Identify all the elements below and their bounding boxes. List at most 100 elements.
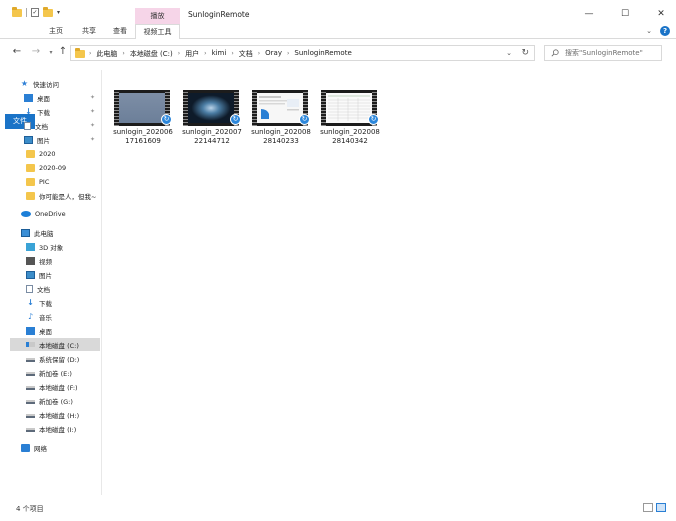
sidebar-item-drive-i[interactable]: 本地磁盘 (I:) bbox=[26, 422, 102, 435]
sidebar-item-documents[interactable]: 文档 ✦ bbox=[24, 119, 102, 132]
breadcrumb-item-users[interactable]: 用户 bbox=[185, 49, 199, 59]
breadcrumb-item-this-pc[interactable]: 此电脑 bbox=[96, 49, 117, 59]
sidebar-item-pc-pictures[interactable]: 图片 bbox=[26, 268, 102, 281]
tab-video-tools[interactable]: 视频工具 bbox=[135, 24, 180, 39]
sidebar-item-videos[interactable]: 视频 bbox=[26, 254, 102, 267]
back-arrow-icon[interactable]: ← bbox=[11, 46, 23, 57]
quick-access-toolbar: ✓ ▾ bbox=[12, 6, 60, 17]
chevron-right-icon[interactable]: › bbox=[231, 49, 233, 59]
sidebar-item-drive-d[interactable]: 系统保留 (D:) bbox=[26, 352, 102, 365]
pin-icon[interactable]: ✦ bbox=[90, 136, 95, 143]
search-icon bbox=[551, 49, 559, 57]
contextual-tab-group: 播放 bbox=[135, 8, 180, 24]
sidebar-item-folder-pic[interactable]: PIC bbox=[26, 175, 102, 188]
ribbon-tabs: 文件 主页 共享 查看 视频工具 ⌄ ? bbox=[0, 24, 676, 129]
address-history-icon[interactable]: ⌄ bbox=[506, 49, 512, 57]
sidebar-item-label: 视频 bbox=[39, 257, 52, 266]
sidebar-item-this-pc[interactable]: 此电脑 bbox=[21, 226, 102, 239]
tab-view[interactable]: 查看 bbox=[107, 24, 133, 39]
minimize-button[interactable]: — bbox=[582, 8, 596, 20]
breadcrumb-item-drive-c[interactable]: 本地磁盘 (C:) bbox=[130, 49, 173, 59]
sidebar-item-label: 文档 bbox=[37, 285, 50, 294]
up-arrow-icon[interactable]: ↑ bbox=[57, 46, 69, 57]
sidebar-item-label: 桌面 bbox=[39, 327, 52, 336]
recent-locations-icon[interactable]: ▾ bbox=[45, 49, 57, 56]
sidebar-item-onedrive[interactable]: OneDrive bbox=[21, 207, 102, 220]
address-bar[interactable]: › 此电脑 › 本地磁盘 (C:) › 用户 › kimi › 文档 › Ora… bbox=[70, 45, 535, 61]
sidebar-item-label: 音乐 bbox=[39, 313, 52, 322]
folder-icon bbox=[26, 177, 35, 186]
chevron-right-icon[interactable]: › bbox=[178, 49, 180, 59]
video-thumbnail: ↻ bbox=[252, 90, 310, 126]
large-icons-view-icon[interactable] bbox=[656, 503, 666, 512]
maximize-button[interactable]: ☐ bbox=[618, 8, 632, 20]
chevron-right-icon[interactable]: › bbox=[204, 49, 206, 59]
sidebar-item-label: 图片 bbox=[39, 271, 52, 280]
close-button[interactable]: ✕ bbox=[654, 8, 668, 20]
search-input[interactable] bbox=[565, 48, 659, 58]
file-name: sunlogin_20200828140233 bbox=[251, 128, 311, 145]
video-frame bbox=[188, 93, 234, 123]
tab-home[interactable]: 主页 bbox=[42, 24, 70, 39]
pin-icon[interactable]: ✦ bbox=[90, 108, 95, 115]
breadcrumb-item-oray[interactable]: Oray bbox=[265, 49, 282, 59]
sidebar-item-network[interactable]: 网络 bbox=[21, 441, 102, 454]
sidebar-item-desktop[interactable]: 桌面 ✦ bbox=[24, 91, 102, 104]
expand-ribbon-icon[interactable]: ⌄ bbox=[646, 27, 652, 35]
video-frame bbox=[257, 93, 303, 123]
tab-share[interactable]: 共享 bbox=[76, 24, 102, 39]
sidebar-item-pc-documents[interactable]: 文档 bbox=[26, 282, 102, 295]
sidebar-item-label: OneDrive bbox=[35, 209, 66, 218]
document-icon bbox=[26, 284, 33, 293]
folder-icon[interactable] bbox=[12, 6, 22, 17]
sidebar-item-drive-h[interactable]: 本地磁盘 (H:) bbox=[26, 408, 102, 421]
breadcrumb-item-sunloginremote[interactable]: SunloginRemote bbox=[294, 49, 351, 59]
sidebar-item-folder-2020-09[interactable]: 2020-09 bbox=[26, 161, 102, 174]
title-bar: ✓ ▾ 播放 SunloginRemote — ☐ ✕ bbox=[0, 0, 676, 24]
sidebar-item-folder-2020[interactable]: 2020 bbox=[26, 147, 102, 160]
sidebar-item-pictures[interactable]: 图片 ✦ bbox=[24, 133, 102, 146]
sidebar-item-drive-g[interactable]: 新加卷 (G:) bbox=[26, 394, 102, 407]
chevron-right-icon[interactable]: › bbox=[258, 49, 260, 59]
sidebar-item-3d-objects[interactable]: 3D 对象 bbox=[26, 240, 102, 253]
sidebar-item-label: 2020-09 bbox=[39, 163, 67, 172]
breadcrumb-item-documents[interactable]: 文档 bbox=[239, 49, 253, 59]
sidebar-item-label: 本地磁盘 (C:) bbox=[39, 341, 79, 350]
pictures-icon bbox=[26, 270, 35, 279]
breadcrumb-item-kimi[interactable]: kimi bbox=[212, 49, 227, 59]
forward-arrow-icon[interactable]: → bbox=[30, 46, 42, 57]
pin-icon[interactable]: ✦ bbox=[90, 122, 95, 129]
sunlogin-badge-icon: ↻ bbox=[230, 114, 241, 125]
divider bbox=[26, 8, 27, 17]
sidebar-item-label: 新加卷 (E:) bbox=[39, 369, 72, 378]
sidebar-item-downloads[interactable]: ↓ 下载 ✦ bbox=[24, 105, 102, 118]
help-icon[interactable]: ? bbox=[660, 26, 670, 36]
search-box[interactable] bbox=[544, 45, 662, 61]
sidebar-item-quick-access[interactable]: ★ 快速访问 bbox=[20, 77, 120, 90]
sidebar-item-label: PIC bbox=[39, 177, 50, 186]
sidebar-item-pc-desktop[interactable]: 桌面 bbox=[26, 324, 102, 337]
sidebar-item-drive-c[interactable]: 本地磁盘 (C:) bbox=[10, 338, 100, 351]
chevron-right-icon[interactable]: › bbox=[89, 49, 91, 59]
sunlogin-badge-icon: ↻ bbox=[368, 114, 379, 125]
customize-toolbar-icon[interactable]: ▾ bbox=[57, 9, 60, 16]
refresh-icon[interactable]: ↻ bbox=[521, 48, 529, 58]
sidebar-item-label: 本地磁盘 (H:) bbox=[39, 411, 80, 420]
sidebar-item-drive-e[interactable]: 新加卷 (E:) bbox=[26, 366, 102, 379]
properties-icon[interactable]: ✓ bbox=[31, 8, 39, 17]
new-folder-icon[interactable] bbox=[43, 6, 53, 17]
desktop-icon bbox=[24, 93, 33, 102]
sidebar-item-label: 下载 bbox=[39, 299, 52, 308]
chevron-right-icon[interactable]: › bbox=[287, 49, 289, 59]
sidebar-item-pc-downloads[interactable]: ↓ 下载 bbox=[26, 296, 102, 309]
chevron-right-icon[interactable]: › bbox=[122, 49, 124, 59]
sidebar-item-folder-misc[interactable]: 你可能是人，但我~ bbox=[26, 189, 102, 202]
sidebar-item-drive-f[interactable]: 本地磁盘 (F:) bbox=[26, 380, 102, 393]
details-view-icon[interactable] bbox=[643, 503, 653, 512]
sidebar-item-music[interactable]: ♪ 音乐 bbox=[26, 310, 102, 323]
folder-icon bbox=[26, 149, 35, 158]
navigation-bar: ← → ▾ ↑ › 此电脑 › 本地磁盘 (C:) › 用户 › kimi › … bbox=[0, 40, 676, 66]
window-controls: — ☐ ✕ bbox=[582, 8, 668, 20]
pin-icon[interactable]: ✦ bbox=[90, 94, 95, 101]
sidebar-item-label: 2020 bbox=[39, 149, 56, 158]
